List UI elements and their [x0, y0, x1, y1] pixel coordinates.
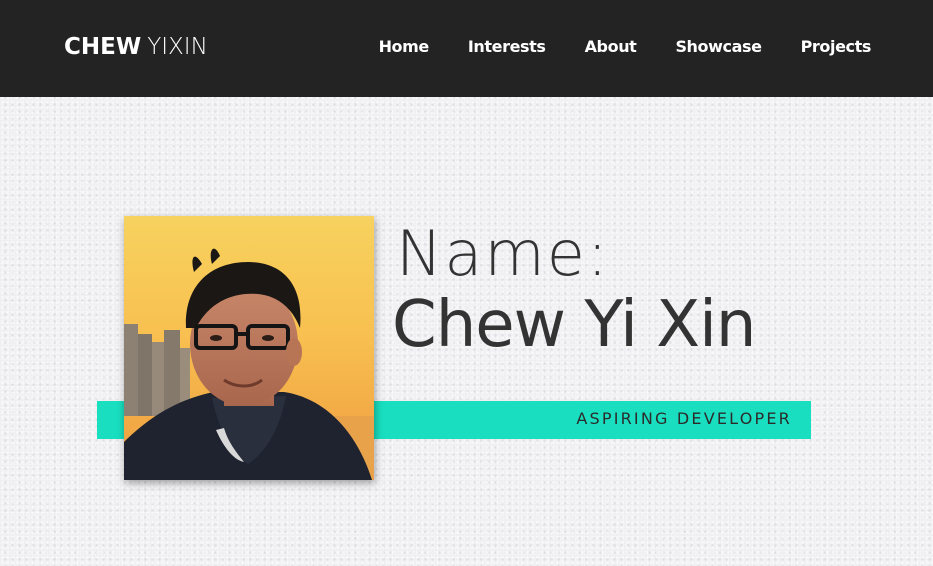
brand-first-name: CHEW: [64, 34, 142, 60]
nav-link-showcase[interactable]: Showcase: [675, 36, 762, 58]
name-value: Chew Yi Xin: [392, 288, 756, 362]
profile-photo: [124, 216, 374, 480]
nav-link-home[interactable]: Home: [379, 36, 430, 58]
brand-logo-link[interactable]: CHEW YIXIN: [64, 32, 208, 62]
top-navbar: CHEW YIXIN Home Interests About Showcase …: [0, 0, 933, 97]
name-label: Name:: [396, 217, 610, 290]
nav-link-interests[interactable]: Interests: [468, 36, 546, 58]
hero-subtitle: ASPIRING DEVELOPER: [576, 409, 792, 428]
nav-link-about[interactable]: About: [585, 36, 637, 58]
profile-photo-image: [124, 216, 374, 480]
main-nav: Home Interests About Showcase Projects: [340, 36, 872, 58]
brand-last-name: YIXIN: [147, 34, 208, 60]
nav-link-projects[interactable]: Projects: [801, 36, 872, 58]
